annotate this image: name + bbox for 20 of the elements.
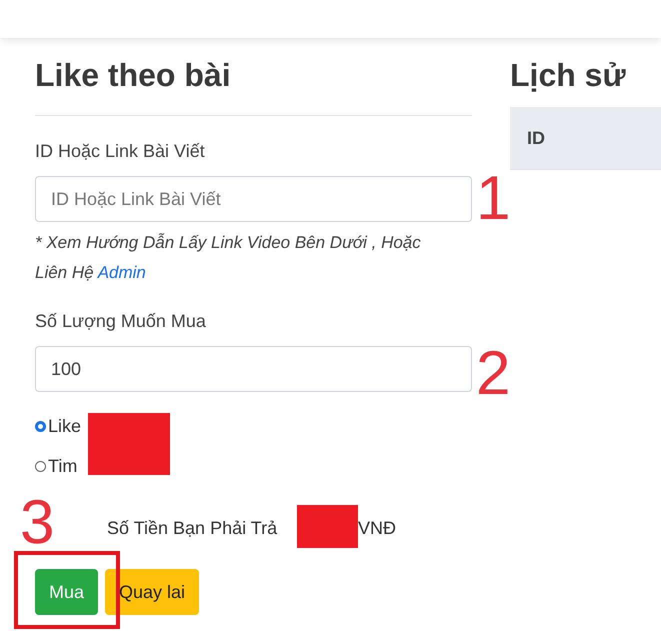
action-button[interactable]: Quay lai — [105, 569, 200, 615]
currency-label: VNĐ — [358, 518, 396, 539]
admin-link[interactable]: Admin — [98, 263, 146, 282]
annotation-number: 3 — [20, 492, 54, 554]
link-input-field[interactable]: ID Hoặc Link Bài Viết — [35, 176, 472, 222]
price-label: Số Tiền Bạn Phải Trả — [107, 518, 278, 539]
field-label: ID Hoặc Link Bài Viết — [35, 141, 206, 162]
option-label: Tim — [48, 456, 78, 476]
redaction-block — [297, 505, 358, 548]
help-text: * Xem Hướng Dẫn Lấy Link Video Bên Dưới , Hoặc Liên Hệ Admin — [35, 232, 422, 284]
radio-button[interactable] — [35, 420, 46, 432]
field-label: Số Lượng Muốn Mua — [35, 311, 207, 332]
annotation-number: 1 — [476, 168, 510, 230]
quantity-input-field[interactable]: 100 — [35, 346, 472, 392]
radio-button[interactable] — [35, 460, 46, 472]
history-title: Lịch sử — [510, 56, 627, 95]
option-label: Like — [48, 416, 82, 436]
column-header: ID — [527, 128, 545, 148]
form-title: Like theo bài — [35, 56, 232, 95]
annotation-number: 2 — [476, 343, 510, 405]
